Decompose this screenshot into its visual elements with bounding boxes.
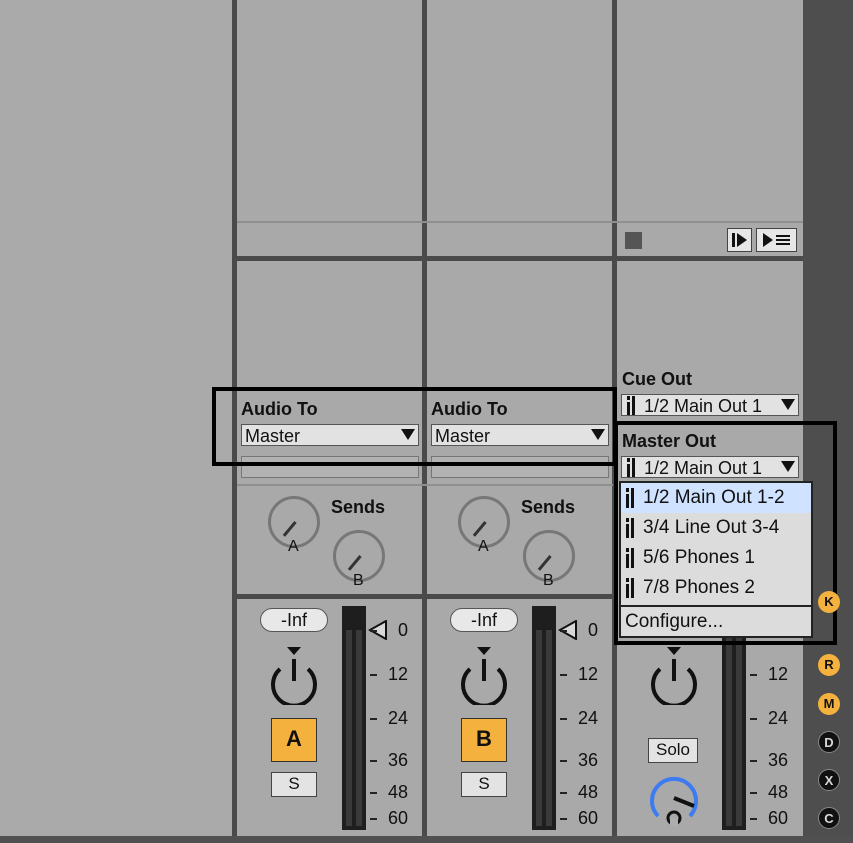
meter-tick [370,760,377,762]
clip-stop-list-icon[interactable] [756,228,797,252]
meter-tick-label: 0 [398,620,409,640]
meter-tick [750,760,757,762]
meter-tick [560,760,567,762]
meter-tick [750,718,757,720]
track-activator-button[interactable]: A [271,718,317,762]
knob-pointer [472,521,487,537]
stop-all-clips-button[interactable] [625,232,642,249]
send-a-label: A [478,538,489,555]
clip-divider [237,221,803,223]
pan-knob[interactable] [455,645,513,708]
section-divider [237,256,803,261]
meter-tick [370,674,377,676]
left-panel [0,0,232,836]
meter-tick-label: 36 [388,750,409,770]
mixer-section-toggle-x[interactable]: X [818,769,840,791]
solo-button[interactable]: S [461,772,507,797]
meter-tick [750,818,757,820]
meter-tick-label: 60 [388,808,409,828]
cue-volume-knob[interactable] [646,770,702,835]
level-meter [532,606,556,830]
pan-knob[interactable] [265,645,323,708]
highlight-frame [614,421,837,645]
knob-pointer [347,555,362,571]
volume-fader-handle[interactable] [367,619,388,645]
play-scene-icon[interactable] [727,228,752,252]
meter-tick-label: 12 [768,664,789,684]
volume-display[interactable]: -Inf [450,608,518,632]
meter-tick-label: 12 [578,664,599,684]
meter-tick-label: 24 [578,708,599,728]
volume-display[interactable]: -Inf [260,608,328,632]
meter-tick [560,792,567,794]
solo-button[interactable]: S [271,772,317,797]
sends-label: Sends [521,497,576,517]
bottom-border [0,836,853,843]
cue-out-dropdown[interactable]: 1/2 Main Out 1 [621,394,799,416]
meter-tick-label: 48 [578,782,599,802]
meter-tick-label: 12 [388,664,409,684]
level-meter [342,606,366,830]
meter-tick [560,630,567,632]
meter-tick-label: 48 [388,782,409,802]
highlight-frame [212,387,617,466]
meter-tick [560,674,567,676]
mixer-section-toggle-c[interactable]: C [818,807,840,829]
meter-tick [370,718,377,720]
meter-tick-label: 24 [768,708,789,728]
meter-tick [560,718,567,720]
meter-tick-label: 48 [768,782,789,802]
section-divider [237,594,613,599]
meter-tick [370,792,377,794]
meter-tick [370,818,377,820]
send-b-label: B [353,572,364,589]
chevron-down-icon [781,399,795,410]
meter-tick [750,674,757,676]
send-b-label: B [543,572,554,589]
meter-tick [750,792,757,794]
sends-label: Sends [331,497,386,517]
knob-pointer [282,521,297,537]
master-pan-knob[interactable] [645,645,703,708]
meter-tick-label: 60 [768,808,789,828]
mixer-section-toggle-k[interactable]: K [818,591,840,613]
stereo-channel-icon [626,396,636,415]
cue-out-value: 1/2 Main Out 1 [644,396,763,416]
mixer-section-toggle-r[interactable]: R [818,654,840,676]
meter-tick [370,630,377,632]
mixer-section-toggle-d[interactable]: D [818,731,840,753]
volume-fader-handle[interactable] [557,619,578,645]
meter-tick-label: 24 [388,708,409,728]
cue-out-label: Cue Out [622,369,692,389]
meter-tick-label: 36 [578,750,599,770]
send-a-label: A [288,538,299,555]
meter-tick-label: 60 [578,808,599,828]
master-solo-button[interactable]: Solo [648,738,698,763]
section-divider [237,484,613,486]
mixer-section-toggle-m[interactable]: M [818,693,840,715]
meter-tick-label: 36 [768,750,789,770]
meter-tick [560,818,567,820]
track-activator-button[interactable]: B [461,718,507,762]
knob-pointer [537,555,552,571]
meter-tick-label: 0 [588,620,599,640]
